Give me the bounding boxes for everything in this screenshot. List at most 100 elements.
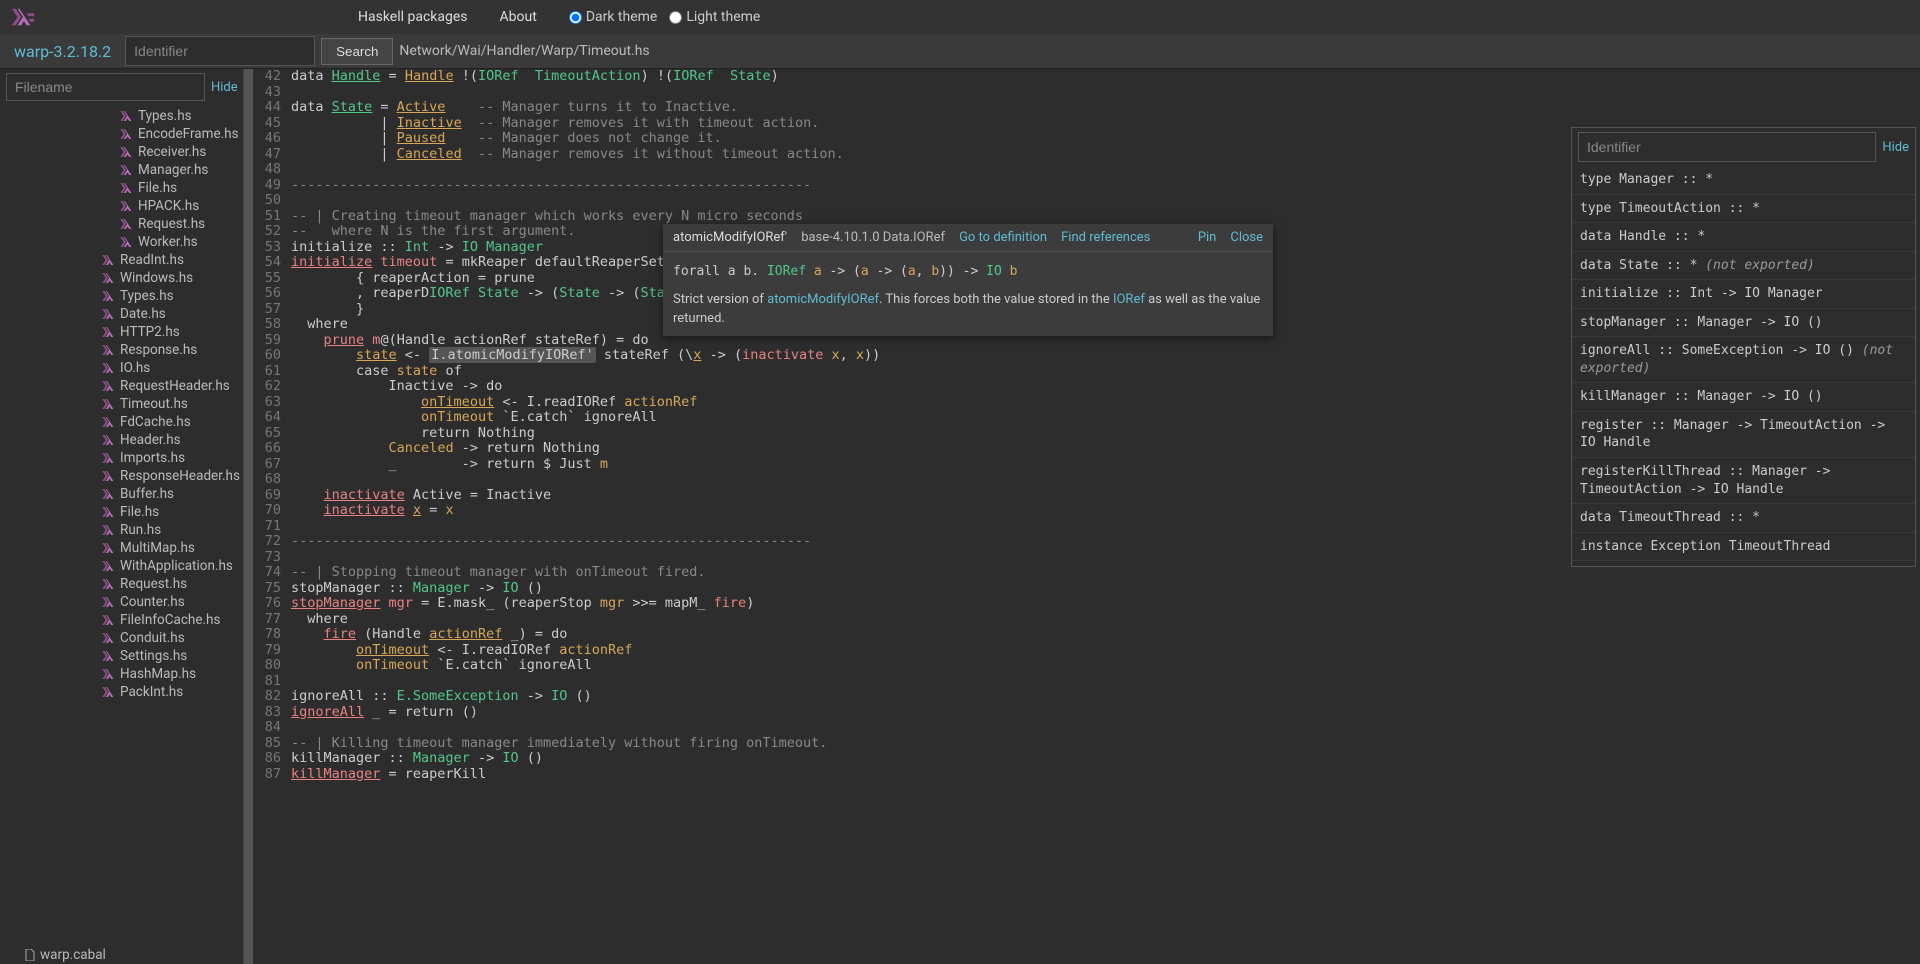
theme-light-radio[interactable]: Light theme [669,9,760,25]
tooltip-goto-definition[interactable]: Go to definition [959,230,1047,245]
tree-item[interactable]: IO.hs [0,359,243,377]
tree-item[interactable]: HPACK.hs [0,197,243,215]
tree-item[interactable]: Timeout.hs [0,395,243,413]
identifier-input[interactable] [125,36,315,66]
code-text[interactable]: killManager = reaperKill [291,767,486,783]
identifier-item[interactable]: type Manager :: * [1572,166,1915,195]
code-text[interactable]: where [291,612,348,628]
tree-item[interactable]: RequestHeader.hs [0,377,243,395]
tree-item[interactable]: Request.hs [0,575,243,593]
code-text[interactable]: Canceled -> return Nothing [291,441,600,457]
tree-item[interactable]: File.hs [0,503,243,521]
identifier-item[interactable]: stopManager :: Manager -> IO () [1572,309,1915,338]
tree-item[interactable]: HashMap.hs [0,665,243,683]
code-text[interactable]: stopManager :: Manager -> IO () [291,581,543,597]
code-text[interactable]: -- | Killing timeout manager immediately… [291,736,827,752]
tree-item[interactable]: ResponseHeader.hs [0,467,243,485]
code-text[interactable]: data Handle = Handle !(IORef TimeoutActi… [291,69,779,85]
code-text[interactable]: ----------------------------------------… [291,178,811,194]
code-text[interactable]: { reaperAction = prune [291,271,535,287]
code-text[interactable] [291,193,299,209]
hide-right-panel[interactable]: Hide [1882,140,1909,155]
code-text[interactable]: stopManager mgr = E.mask_ (reaperStop mg… [291,596,754,612]
code-text[interactable]: -- where N is the first argument. [291,224,575,240]
tree-item[interactable]: Imports.hs [0,449,243,467]
code-text[interactable]: prune m@(Handle actionRef stateRef) = do [291,333,649,349]
code-text[interactable] [291,720,299,736]
code-text[interactable]: return Nothing [291,426,535,442]
code-text[interactable]: data State = Active -- Manager turns it … [291,100,738,116]
tree-item[interactable]: Types.hs [0,107,243,125]
tree-item[interactable]: Date.hs [0,305,243,323]
tooltip-link-atomicmodifyioref[interactable]: atomicModifyIORef [767,292,879,307]
tree-item[interactable]: FdCache.hs [0,413,243,431]
identifier-item[interactable]: killManager :: Manager -> IO () [1572,383,1915,412]
filename-input[interactable] [6,73,205,101]
code-text[interactable]: | Canceled -- Manager removes it without… [291,147,844,163]
code-text[interactable]: inactivate x = x [291,503,454,519]
tree-item[interactable]: FileInfoCache.hs [0,611,243,629]
code-text[interactable]: killManager :: Manager -> IO () [291,751,543,767]
tree-item[interactable]: Conduit.hs [0,629,243,647]
identifier-item[interactable]: type TimeoutAction :: * [1572,195,1915,224]
tree-item[interactable]: Response.hs [0,341,243,359]
code-text[interactable]: ignoreAll :: E.SomeException -> IO () [291,689,592,705]
code-text[interactable]: where [291,317,348,333]
code-text[interactable]: inactivate Active = Inactive [291,488,551,504]
code-text[interactable]: onTimeout <- I.readIORef actionRef [291,395,697,411]
tree-item[interactable]: Receiver.hs [0,143,243,161]
tree-item[interactable]: HTTP2.hs [0,323,243,341]
tree-item[interactable]: File.hs [0,179,243,197]
nav-haskell-packages[interactable]: Haskell packages [358,9,468,25]
identifier-item[interactable]: data Handle :: * [1572,223,1915,252]
code-text[interactable]: ----------------------------------------… [291,534,811,550]
identifier-item[interactable]: instance Exception TimeoutThread [1572,533,1915,562]
tree-item[interactable]: Buffer.hs [0,485,243,503]
tree-item[interactable]: MultiMap.hs [0,539,243,557]
nav-about[interactable]: About [500,9,537,25]
code-text[interactable]: Inactive -> do [291,379,502,395]
code-text[interactable]: } [291,302,364,318]
tree-item[interactable]: Windows.hs [0,269,243,287]
code-scroll[interactable]: 42data Handle = Handle !(IORef TimeoutAc… [247,69,1567,964]
code-text[interactable]: state <- I.atomicModifyIORef' stateRef (… [291,348,880,364]
code-text[interactable]: initialize timeout = mkReaper defaultRea… [291,255,706,271]
tree-item[interactable]: Header.hs [0,431,243,449]
identifier-item[interactable]: instance Show TimeoutThread [1572,561,1915,566]
code-text[interactable]: -- | Creating timeout manager which work… [291,209,803,225]
tree-item[interactable]: Types.hs [0,287,243,305]
tooltip-pin[interactable]: Pin [1198,230,1217,245]
code-text[interactable]: -- | Stopping timeout manager with onTim… [291,565,706,581]
tree-item[interactable]: EncodeFrame.hs [0,125,243,143]
code-text[interactable] [291,674,299,690]
identifier-item[interactable]: initialize :: Int -> IO Manager [1572,280,1915,309]
file-tree[interactable]: Types.hsEncodeFrame.hsReceiver.hsManager… [0,105,243,946]
code-text[interactable] [291,472,299,488]
tree-item[interactable]: Worker.hs [0,233,243,251]
code-text[interactable]: onTimeout <- I.readIORef actionRef [291,643,632,659]
identifier-item[interactable]: register :: Manager -> TimeoutAction -> … [1572,412,1915,458]
identifier-item[interactable]: data TimeoutThread :: * [1572,504,1915,533]
code-text[interactable] [291,519,299,535]
code-text[interactable]: _ -> return $ Just m [291,457,608,473]
code-text[interactable]: onTimeout `E.catch` ignoreAll [291,410,657,426]
cabal-file[interactable]: warp.cabal [0,946,243,964]
tree-item[interactable]: Request.hs [0,215,243,233]
tooltip-close[interactable]: Close [1230,230,1263,245]
code-text[interactable] [291,85,299,101]
tooltip-link-ioref[interactable]: IORef [1113,292,1145,307]
hide-left-panel[interactable]: Hide [211,80,238,95]
theme-dark-radio[interactable]: Dark theme [569,9,658,25]
identifier-list[interactable]: type Manager :: *type TimeoutAction :: *… [1572,166,1915,566]
code-text[interactable]: onTimeout `E.catch` ignoreAll [291,658,592,674]
tree-item[interactable]: ReadInt.hs [0,251,243,269]
identifier-item[interactable]: data State :: * (not exported) [1572,252,1915,281]
code-text[interactable]: | Paused -- Manager does not change it. [291,131,722,147]
code-text[interactable] [291,550,299,566]
identifier-item[interactable]: registerKillThread :: Manager -> Timeout… [1572,458,1915,504]
tree-item[interactable]: Run.hs [0,521,243,539]
right-identifier-input[interactable] [1578,132,1876,162]
code-text[interactable]: case state of [291,364,462,380]
package-name[interactable]: warp-3.2.18.2 [6,42,119,61]
tree-item[interactable]: Counter.hs [0,593,243,611]
